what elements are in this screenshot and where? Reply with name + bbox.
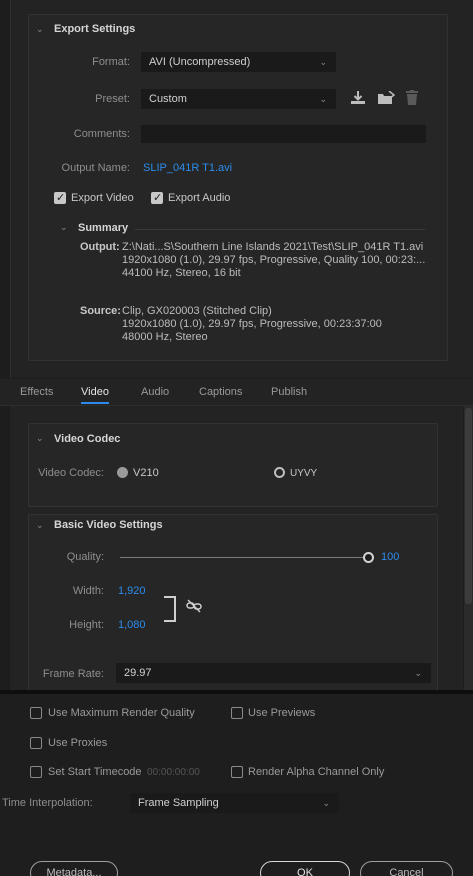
video-codec-title: Video Codec bbox=[54, 433, 121, 445]
summary-output-line: 44100 Hz, Stereo, 16 bit bbox=[122, 267, 241, 279]
comments-input[interactable] bbox=[141, 125, 426, 143]
preset-label: Preset: bbox=[95, 93, 130, 105]
set-start-timecode-label: Set Start Timecode bbox=[48, 766, 142, 778]
summary-source-line: 1920x1080 (1.0), 29.97 fps, Progressive,… bbox=[122, 318, 382, 330]
summary-output-line: 1920x1080 (1.0), 29.97 fps, Progressive,… bbox=[122, 254, 426, 266]
summary-output-label: Output: bbox=[80, 241, 120, 253]
bottom-options-area bbox=[0, 694, 473, 876]
frame-rate-label: Frame Rate: bbox=[42, 668, 104, 680]
ok-button[interactable]: OK bbox=[260, 861, 350, 876]
width-value[interactable]: 1,920 bbox=[118, 585, 146, 597]
use-proxies-label: Use Proxies bbox=[48, 737, 108, 749]
scrollbar-thumb[interactable] bbox=[465, 408, 472, 604]
quality-slider-handle[interactable] bbox=[363, 552, 374, 563]
timecode-field: 00:00:00:00 bbox=[147, 767, 200, 778]
preset-dropdown[interactable]: Custom ⌄ bbox=[141, 89, 336, 109]
output-name-label: Output Name: bbox=[61, 162, 130, 174]
summary-source-value: Clip, GX020003 (Stitched Clip) 1920x1080… bbox=[122, 305, 447, 344]
summary-output-line: Z:\Nati...S\Southern Line Islands 2021\T… bbox=[122, 241, 424, 253]
settings-tabs: Effects Video Audio Captions Publish bbox=[0, 379, 473, 406]
quality-label: Quality: bbox=[66, 551, 104, 563]
render-alpha-label: Render Alpha Channel Only bbox=[248, 766, 385, 778]
codec-uyvy-label: UYVY bbox=[290, 468, 318, 479]
chevron-down-icon: ⌄ bbox=[319, 94, 327, 104]
use-proxies-checkbox[interactable] bbox=[30, 737, 42, 749]
render-alpha-checkbox[interactable] bbox=[231, 766, 243, 778]
max-render-quality-label: Use Maximum Render Quality bbox=[48, 707, 195, 719]
video-codec-chevron-icon[interactable]: ⌄ bbox=[36, 433, 44, 444]
codec-v210-label: V210 bbox=[133, 467, 159, 479]
chevron-down-icon: ⌄ bbox=[322, 798, 330, 808]
export-settings-title: Export Settings bbox=[54, 23, 136, 35]
format-dropdown[interactable]: AVI (Uncompressed) ⌄ bbox=[141, 52, 336, 72]
chevron-down-icon: ⌄ bbox=[319, 57, 327, 67]
comments-label: Comments: bbox=[73, 128, 130, 140]
codec-v210-radio[interactable] bbox=[117, 467, 128, 478]
cancel-button[interactable]: Cancel bbox=[360, 861, 453, 876]
summary-chevron-icon[interactable]: ⌄ bbox=[60, 222, 68, 233]
summary-rule bbox=[135, 229, 425, 230]
summary-source-line: 48000 Hz, Stereo bbox=[122, 331, 208, 343]
export-video-checkbox[interactable] bbox=[54, 191, 66, 204]
tab-publish[interactable]: Publish bbox=[271, 386, 307, 398]
video-codec-label: Video Codec: bbox=[38, 467, 104, 479]
delete-preset-icon[interactable] bbox=[405, 90, 419, 105]
aspect-bracket bbox=[164, 596, 176, 622]
format-label: Format: bbox=[92, 56, 130, 68]
width-label: Width: bbox=[72, 585, 104, 597]
metadata-button[interactable]: Metadata... bbox=[30, 861, 118, 876]
basic-video-title: Basic Video Settings bbox=[54, 519, 163, 531]
summary-output-value: Z:\Nati...S\Southern Line Islands 2021\T… bbox=[122, 241, 457, 280]
frame-rate-value: 29.97 bbox=[124, 667, 152, 679]
export-settings-chevron-icon[interactable]: ⌄ bbox=[36, 24, 44, 35]
tab-captions[interactable]: Captions bbox=[199, 386, 242, 398]
set-start-timecode-checkbox[interactable] bbox=[30, 766, 42, 778]
output-name-link[interactable]: SLIP_041R T1.avi bbox=[143, 162, 232, 174]
basic-video-chevron-icon[interactable]: ⌄ bbox=[36, 520, 44, 531]
tab-audio[interactable]: Audio bbox=[141, 386, 169, 398]
summary-source-label: Source: bbox=[80, 305, 121, 317]
export-audio-checkbox[interactable] bbox=[151, 191, 163, 204]
time-interpolation-value: Frame Sampling bbox=[138, 797, 219, 809]
summary-source-line: Clip, GX020003 (Stitched Clip) bbox=[122, 305, 272, 317]
quality-slider-track[interactable] bbox=[120, 557, 368, 558]
codec-uyvy-radio[interactable] bbox=[274, 467, 285, 478]
export-video-label: Export Video bbox=[71, 192, 134, 204]
chevron-down-icon: ⌄ bbox=[414, 668, 422, 678]
quality-value[interactable]: 100 bbox=[381, 551, 399, 563]
tab-effects[interactable]: Effects bbox=[20, 386, 53, 398]
import-preset-icon[interactable] bbox=[377, 90, 396, 105]
use-previews-checkbox[interactable] bbox=[231, 707, 243, 719]
height-value[interactable]: 1,080 bbox=[118, 619, 146, 631]
format-value: AVI (Uncompressed) bbox=[149, 56, 251, 68]
summary-title: Summary bbox=[78, 222, 129, 234]
height-label: Height: bbox=[69, 619, 104, 631]
time-interpolation-label: Time Interpolation: bbox=[2, 797, 93, 809]
max-render-quality-checkbox[interactable] bbox=[30, 707, 42, 719]
time-interpolation-dropdown[interactable]: Frame Sampling ⌄ bbox=[130, 793, 339, 813]
unlink-icon[interactable] bbox=[186, 599, 202, 613]
frame-rate-dropdown[interactable]: 29.97 ⌄ bbox=[116, 663, 431, 683]
tab-video[interactable]: Video bbox=[81, 386, 109, 404]
save-preset-icon[interactable] bbox=[350, 91, 366, 105]
use-previews-label: Use Previews bbox=[248, 707, 316, 719]
preset-value: Custom bbox=[149, 93, 187, 105]
export-audio-label: Export Audio bbox=[168, 192, 231, 204]
